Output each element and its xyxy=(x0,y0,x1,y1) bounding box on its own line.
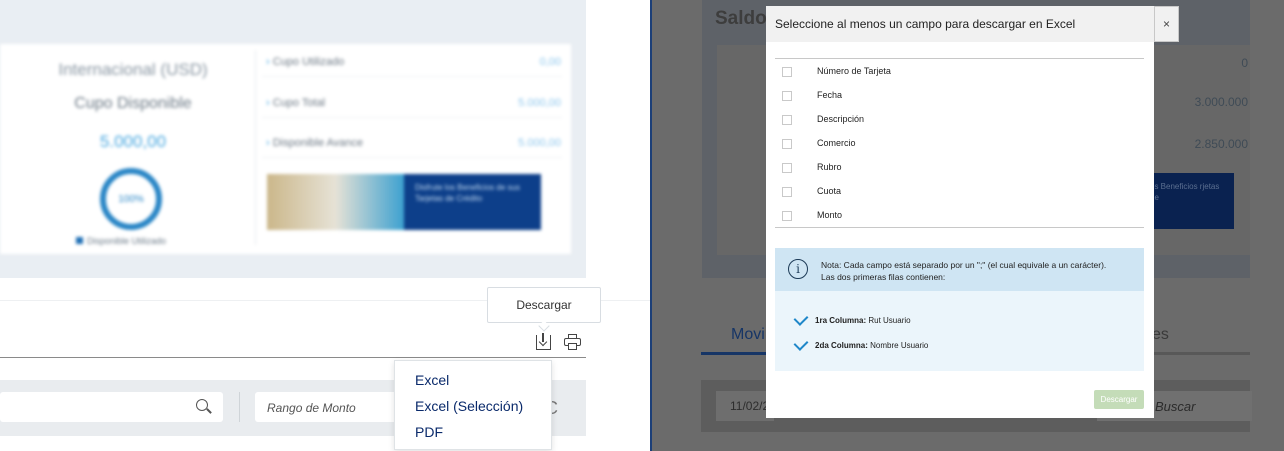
screen: Internacional (USD) Cupo Disponible 5.00… xyxy=(0,0,1284,451)
toolbar-divider xyxy=(0,357,586,358)
field-rubro[interactable]: Rubro xyxy=(782,162,1122,176)
search-input[interactable] xyxy=(0,392,223,422)
print-icon[interactable] xyxy=(564,334,581,350)
search-icon[interactable] xyxy=(196,399,208,411)
download-button[interactable]: Descargar xyxy=(1094,390,1144,409)
credit-card-summary: Internacional (USD) Cupo Disponible 5.00… xyxy=(0,44,571,254)
modal-title: Seleccione al menos un campo para descar… xyxy=(775,17,1076,31)
field-numero-tarjeta[interactable]: Número de Tarjeta xyxy=(782,66,1122,80)
bg-value: 2.850.000 xyxy=(1194,137,1248,151)
row-cupo-total: Cupo Total 5.000,00 xyxy=(266,97,561,109)
close-icon[interactable]: × xyxy=(1154,6,1179,42)
bg-promo: os Beneficios rjetas de xyxy=(1142,173,1234,229)
info-icon: i xyxy=(788,259,808,279)
promo-text: Disfrute los Beneficios de sus Tarjetas … xyxy=(415,183,520,203)
field-checkbox[interactable] xyxy=(782,115,792,125)
download-menu: Excel Excel (Selección) PDF xyxy=(394,360,552,450)
ring-legend: Disponible Utilizado xyxy=(76,236,166,246)
field-checkbox[interactable] xyxy=(782,91,792,101)
filter-divider xyxy=(239,392,240,422)
field-fecha[interactable]: Fecha xyxy=(782,90,1122,104)
card-label: Cupo Disponible xyxy=(74,95,192,112)
field-comercio[interactable]: Comercio xyxy=(782,138,1122,152)
field-cuota[interactable]: Cuota xyxy=(782,186,1122,200)
fixed-columns: 1ra Columna: Rut Usuario 2da Columna: No… xyxy=(775,291,1144,371)
field-checkbox[interactable] xyxy=(782,67,792,77)
field-checkbox[interactable] xyxy=(782,139,792,149)
download-icon[interactable] xyxy=(536,333,551,350)
ring-percent: 100% xyxy=(118,193,144,205)
field-checkbox[interactable] xyxy=(782,211,792,221)
field-descripcion[interactable]: Descripción xyxy=(782,114,1122,128)
card-divider xyxy=(255,50,256,245)
card-region: Internacional (USD) xyxy=(58,60,208,79)
field-checkbox[interactable] xyxy=(782,187,792,197)
card-amount: 5.000,00 xyxy=(99,132,167,151)
download-tooltip: Descargar xyxy=(487,287,601,323)
menu-item-pdf[interactable]: PDF xyxy=(415,424,443,440)
promo-cards-image xyxy=(267,174,404,230)
bg-tab-movimientos: Movi xyxy=(731,326,765,343)
left-panel: Internacional (USD) Cupo Disponible 5.00… xyxy=(0,0,650,451)
note-text: Nota: Cada campo está separado por un ";… xyxy=(821,260,1107,282)
check-icon xyxy=(793,336,809,351)
menu-item-excel-selection[interactable]: Excel (Selección) xyxy=(415,398,523,414)
promo-banner[interactable]: Disfrute los Beneficios de sus Tarjetas … xyxy=(267,174,541,230)
excel-fields-modal: Seleccione al menos un campo para descar… xyxy=(766,6,1179,418)
info-note: i Nota: Cada campo está separado por un … xyxy=(775,248,1144,291)
amount-range-input[interactable]: Rango de Monto xyxy=(255,392,415,422)
bg-tab-other: es xyxy=(1152,326,1169,343)
bg-value: 3.000.000 xyxy=(1194,95,1248,109)
modal-header: Seleccione al menos un campo para descar… xyxy=(766,6,1154,42)
field-checkbox[interactable] xyxy=(782,163,792,173)
bg-saldo-title: Saldo xyxy=(715,8,767,29)
check-icon xyxy=(793,311,809,326)
row-disponible-avance: Disponible Avance 5.000,00 xyxy=(266,137,561,149)
usage-ring: 100% xyxy=(100,168,162,230)
bg-value: 0 xyxy=(1241,56,1248,70)
menu-item-excel[interactable]: Excel xyxy=(415,372,449,388)
row-cupo-utilizado: Cupo Utilizado 0,00 xyxy=(266,56,561,68)
field-monto[interactable]: Monto xyxy=(782,210,1122,224)
